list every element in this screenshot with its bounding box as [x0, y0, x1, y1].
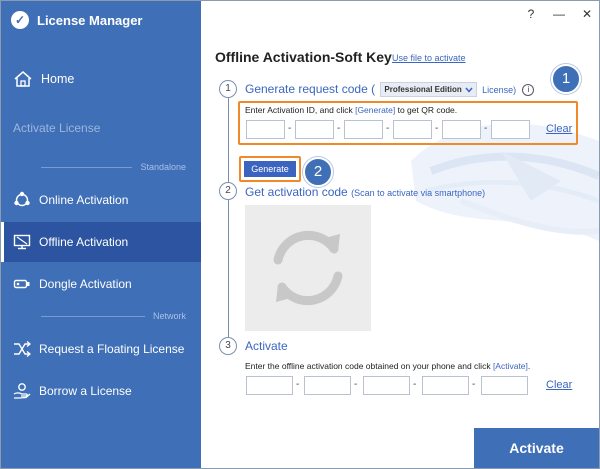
step-2-hint: (Scan to activate via smartphone)	[351, 188, 486, 198]
sidebar-item-borrow-license[interactable]: Borrow a License	[1, 371, 201, 411]
step-1-number: 1	[219, 80, 237, 98]
minimize-button[interactable]: —	[551, 7, 567, 21]
sidebar-item-online-activation[interactable]: Online Activation	[1, 180, 201, 220]
generate-button[interactable]: Generate	[244, 161, 296, 177]
activation-code-field-5[interactable]	[481, 376, 528, 395]
network-nodes-icon	[14, 191, 30, 207]
main-panel: ? — ✕ Offline Activation-Soft Key Use fi…	[201, 1, 599, 468]
clear-activation-code-link[interactable]: Clear	[546, 379, 572, 391]
info-icon[interactable]: i	[522, 83, 535, 96]
edition-value: Professional Edition	[384, 85, 462, 95]
sidebar-item-label: Home	[41, 72, 75, 86]
callout-number-1: 1	[551, 64, 581, 94]
app-title: License Manager	[37, 12, 143, 28]
step-2-title-text: Get activation code	[245, 185, 348, 199]
qr-code-placeholder	[245, 205, 371, 331]
divider-standalone: Standalone	[41, 162, 186, 172]
step-2-title: Get activation code (Scan to activate vi…	[245, 185, 485, 199]
instruction-activate-link: [Activate]	[492, 361, 528, 371]
highlight-box-activation-id	[238, 101, 578, 145]
home-icon	[14, 71, 32, 87]
floating-license-icon	[14, 341, 31, 357]
instruction-text: .	[527, 361, 531, 371]
sidebar-item-label: Online Activation	[39, 193, 129, 207]
step-2-number: 2	[219, 182, 237, 200]
sidebar-item-dongle-activation[interactable]: Dongle Activation	[1, 264, 201, 304]
activation-code-field-1[interactable]	[246, 376, 293, 395]
sidebar-item-offline-activation[interactable]: Offline Activation	[1, 222, 201, 262]
step-1-title: Generate request code ( Professional Edi…	[245, 82, 535, 98]
field-separator: -	[472, 379, 476, 390]
divider-line	[41, 315, 145, 317]
sidebar-item-label: Offline Activation	[39, 235, 129, 249]
divider-label-text: Network	[152, 311, 186, 321]
close-button[interactable]: ✕	[579, 7, 595, 21]
divider-label-text: Standalone	[140, 162, 186, 172]
edition-select[interactable]: Professional Edition	[380, 82, 477, 98]
divider-line	[41, 166, 133, 168]
instruction-text: Enter the offline activation code obtain…	[245, 361, 493, 371]
callout-number-2: 2	[303, 157, 333, 187]
activation-code-field-2[interactable]	[304, 376, 351, 395]
step-1-title-suffix: License)	[482, 85, 517, 95]
field-separator: -	[296, 379, 300, 390]
step-connector-line	[228, 200, 229, 337]
sidebar-item-label: Borrow a License	[39, 384, 132, 398]
step-3-instruction: Enter the offline activation code obtain…	[245, 361, 530, 371]
sidebar-item-home[interactable]: Home	[1, 59, 201, 99]
borrow-hand-icon	[13, 383, 31, 399]
license-manager-window: ✓ License Manager Home Activate License …	[0, 0, 600, 469]
chevron-down-icon	[465, 87, 473, 93]
activation-code-field-4[interactable]	[422, 376, 469, 395]
app-brand: ✓ License Manager	[11, 11, 143, 29]
page-title: Offline Activation-Soft Key	[215, 49, 392, 65]
monitor-offline-icon	[13, 234, 31, 250]
sidebar-item-label: Dongle Activation	[39, 277, 132, 291]
step-3-title: Activate	[245, 339, 288, 353]
sidebar-item-request-floating-license[interactable]: Request a Floating License	[1, 329, 201, 369]
step-3-number: 3	[219, 337, 237, 355]
sidebar: ✓ License Manager Home Activate License …	[1, 1, 201, 468]
usb-dongle-icon	[13, 279, 30, 289]
help-button[interactable]: ?	[523, 7, 539, 21]
activation-code-field-3[interactable]	[363, 376, 410, 395]
app-logo-icon: ✓	[11, 11, 29, 29]
use-file-link[interactable]: Use file to activate	[392, 53, 466, 63]
step-1-title-prefix: Generate request code (	[245, 82, 376, 96]
sidebar-item-label: Request a Floating License	[39, 342, 185, 356]
section-activate-license: Activate License	[13, 121, 101, 135]
field-separator: -	[413, 379, 417, 390]
step-connector-line	[228, 98, 229, 182]
refresh-icon	[273, 230, 343, 306]
field-separator: -	[354, 379, 358, 390]
divider-network: Network	[41, 311, 186, 321]
activate-button[interactable]: Activate	[474, 428, 599, 468]
